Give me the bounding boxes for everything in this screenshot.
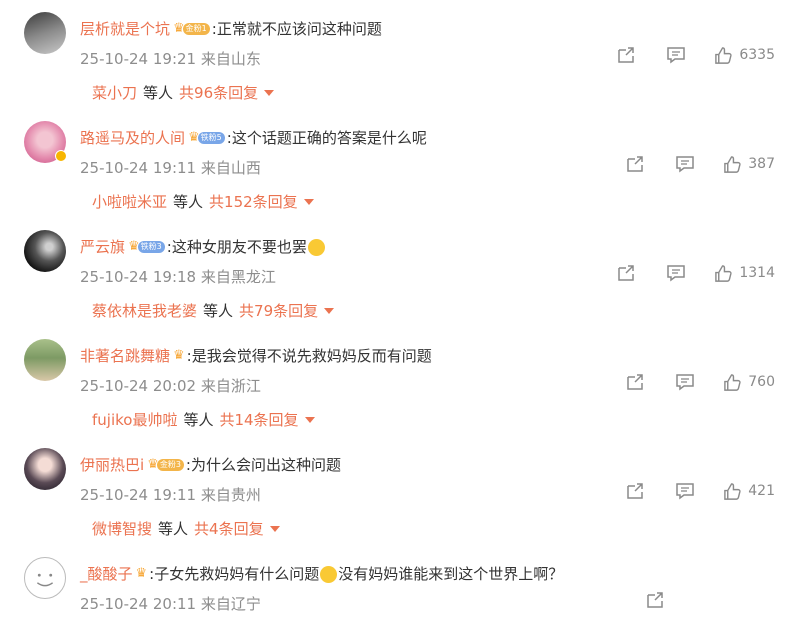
- username[interactable]: 层析就是个坑: [80, 18, 170, 40]
- comment-text: 这种女朋友不要也罢: [171, 238, 307, 256]
- like-icon: [724, 482, 741, 500]
- repost-icon[interactable]: [625, 372, 645, 392]
- comment-meta: 25-10-24 20:11 来自辽宁: [80, 593, 261, 614]
- timestamp: 25-10-24 19:21: [80, 50, 197, 68]
- comment-icon[interactable]: [675, 372, 695, 392]
- comment-meta: 25-10-24 20:02 来自浙江: [80, 375, 261, 396]
- comment-item: 严云旗 ♛ 铁粉3 : 这种女朋友不要也罢 25-10-24 19:18 来自黑龙…: [0, 218, 802, 327]
- fan-badge[interactable]: ♛ 铁粉3: [128, 239, 165, 255]
- caret-down-icon[interactable]: [269, 525, 280, 532]
- comment-item: 层析就是个坑 ♛ 金粉1 : 正常就不应该问这种问题 25-10-24 19:21…: [0, 0, 802, 109]
- like-button[interactable]: 387: [723, 155, 775, 174]
- comment-text: 正常就不应该问这种问题: [216, 20, 382, 38]
- like-icon: [724, 373, 741, 391]
- repost-icon[interactable]: [616, 45, 636, 65]
- fan-badge[interactable]: ♛ 金粉1: [173, 21, 210, 37]
- like-button[interactable]: 421: [723, 482, 775, 501]
- comment-meta: 25-10-24 19:11 来自贵州: [80, 484, 261, 505]
- comment-icon[interactable]: [666, 45, 686, 65]
- username[interactable]: 路遥马及的人间: [80, 127, 185, 149]
- timestamp: 25-10-24 19:11: [80, 486, 197, 504]
- caret-down-icon[interactable]: [303, 198, 314, 205]
- like-button[interactable]: 1314: [714, 264, 775, 283]
- crown-icon: ♛: [135, 566, 148, 581]
- caret-down-icon[interactable]: [324, 307, 335, 314]
- like-count: 387: [748, 156, 775, 172]
- verified-icon: [55, 150, 67, 162]
- avatar[interactable]: [24, 230, 66, 272]
- smiley-avatar-icon: [36, 573, 54, 587]
- username[interactable]: 非著名跳舞糖: [80, 345, 170, 367]
- timestamp: 25-10-24 19:18: [80, 268, 197, 286]
- crown-icon: ♛: [173, 348, 185, 363]
- comment-icon[interactable]: [675, 154, 695, 174]
- reply-summary[interactable]: 小啦啦米亚 等人 共152条回复: [92, 191, 314, 212]
- caret-down-icon[interactable]: [264, 89, 275, 96]
- fan-badge[interactable]: ♛: [136, 566, 148, 582]
- comment-item: 伊丽热巴i ♛ 金粉3 : 为什么会问出这种问题 25-10-24 19:11 来…: [0, 436, 802, 545]
- location: 来自贵州: [200, 486, 261, 504]
- fan-badge[interactable]: ♛ 铁粉5: [188, 130, 225, 146]
- like-count: 760: [748, 374, 775, 390]
- timestamp: 25-10-24 20:02: [80, 377, 197, 395]
- location: 来自黑龙江: [200, 268, 276, 286]
- comment-item: 非著名跳舞糖 ♛ : 是我会觉得不说先救妈妈反而有问题 25-10-24 20:…: [0, 327, 802, 436]
- like-count: 421: [748, 483, 775, 499]
- comment-text: 这个话题正确的答案是什么呢: [231, 129, 427, 147]
- location: 来自山西: [200, 159, 261, 177]
- comment-meta: 25-10-24 19:11 来自山西: [80, 157, 261, 178]
- avatar[interactable]: [24, 121, 67, 163]
- comment-meta: 25-10-24 19:21 来自山东: [80, 48, 261, 69]
- comment-text: 是我会觉得不说先救妈妈反而有问题: [191, 347, 432, 365]
- like-button[interactable]: 6335: [714, 46, 775, 65]
- avatar[interactable]: [24, 12, 66, 54]
- repost-icon[interactable]: [625, 481, 645, 501]
- like-icon: [715, 264, 733, 282]
- avatar[interactable]: [24, 448, 66, 490]
- caret-down-icon[interactable]: [304, 416, 315, 423]
- location: 来自浙江: [200, 377, 261, 395]
- comment-icon[interactable]: [666, 263, 686, 283]
- reply-summary[interactable]: fujiko最帅啦 等人 共14条回复: [92, 409, 315, 430]
- like-count: 1314: [739, 265, 775, 281]
- fan-badge[interactable]: ♛: [173, 348, 185, 364]
- repost-icon[interactable]: [625, 154, 645, 174]
- timestamp: 25-10-24 19:11: [80, 159, 197, 177]
- comment-icon[interactable]: [675, 481, 695, 501]
- smile-emoji-icon: [307, 238, 325, 256]
- comment-meta: 25-10-24 19:18 来自黑龙江: [80, 266, 276, 287]
- fan-badge[interactable]: ♛ 金粉3: [147, 457, 184, 473]
- comment-text: 子女先救妈妈有什么问题: [154, 565, 320, 583]
- avatar[interactable]: [24, 557, 66, 599]
- comment-item: _酸酸子 ♛ : 子女先救妈妈有什么问题 没有妈妈谁能来到这个世界上啊？ 25-…: [0, 545, 802, 623]
- reply-summary[interactable]: 菜小刀 等人 共96条回复: [92, 82, 275, 103]
- username[interactable]: 严云旗: [80, 236, 125, 258]
- username[interactable]: 伊丽热巴i: [80, 454, 144, 476]
- avatar[interactable]: [24, 339, 66, 381]
- timestamp: 25-10-24 20:11: [80, 595, 197, 613]
- reply-summary[interactable]: 微博智搜 等人 共4条回复: [92, 518, 280, 539]
- like-count: 6335: [739, 47, 775, 63]
- comment-text: 为什么会问出这种问题: [190, 456, 341, 474]
- location: 来自山东: [200, 50, 261, 68]
- repost-icon[interactable]: [616, 263, 636, 283]
- like-button[interactable]: 760: [723, 373, 775, 392]
- like-icon: [715, 46, 733, 64]
- cry-emoji-icon: [320, 565, 338, 583]
- comment-text-continued: 没有妈妈谁能来到这个世界上啊？: [338, 565, 564, 583]
- location: 来自辽宁: [200, 595, 261, 613]
- username[interactable]: _酸酸子: [80, 563, 133, 585]
- reply-summary[interactable]: 蔡依林是我老婆 等人 共79条回复: [92, 300, 335, 321]
- repost-icon[interactable]: [645, 590, 665, 610]
- comment-item: 路遥马及的人间 ♛ 铁粉5 : 这个话题正确的答案是什么呢 25-10-24 19…: [0, 109, 802, 218]
- like-icon: [724, 155, 741, 173]
